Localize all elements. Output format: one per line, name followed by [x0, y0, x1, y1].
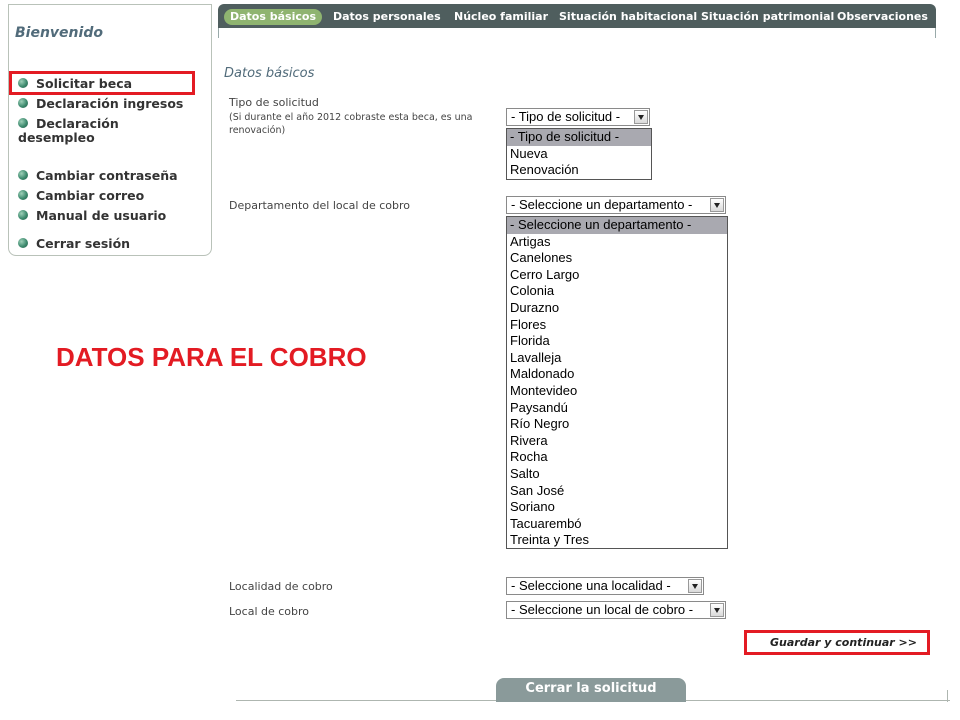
sidebar-item-label: Cerrar sesión	[36, 236, 131, 251]
tab-datos-basicos[interactable]: Datos básicos	[224, 9, 322, 25]
option-item[interactable]: - Tipo de solicitud -	[507, 129, 651, 146]
option-item[interactable]: Florida	[507, 333, 727, 350]
option-item[interactable]: Soriano	[507, 499, 727, 516]
option-item[interactable]: Nueva	[507, 146, 651, 163]
sidebar-item-cambiar-contrasena[interactable]: Cambiar contraseña	[16, 169, 178, 183]
bullet-icon	[18, 238, 28, 248]
bullet-icon	[18, 170, 28, 180]
tipo-solicitud-hint: (Si durante el año 2012 cobraste esta be…	[229, 112, 473, 136]
tab-situacion-habitacional[interactable]: Situación habitacional	[559, 9, 697, 25]
local-value: - Seleccione un local de cobro -	[511, 602, 694, 617]
option-item[interactable]: Artigas	[507, 234, 727, 251]
option-item[interactable]: Durazno	[507, 300, 727, 317]
local-select[interactable]: - Seleccione un local de cobro -	[506, 601, 726, 619]
tab-situacion-patrimonial[interactable]: Situación patrimonial	[701, 9, 834, 25]
sidebar-item-manual-usuario[interactable]: Manual de usuario	[16, 209, 166, 223]
localidad-label: Localidad de cobro	[229, 580, 333, 593]
annotation-title: DATOS PARA EL COBRO	[56, 342, 367, 372]
section-title: Datos básicos	[224, 66, 315, 81]
option-item[interactable]: San José	[507, 483, 727, 500]
footer-divider-right	[947, 690, 948, 702]
sidebar-item-cerrar-sesion[interactable]: Cerrar sesión	[16, 237, 130, 251]
sidebar-title: Bienvenido	[15, 25, 103, 41]
option-item[interactable]: Río Negro	[507, 416, 727, 433]
sidebar-item-label: Declaración ingresos	[36, 96, 184, 111]
tab-observaciones[interactable]: Observaciones	[837, 9, 928, 25]
departamento-options: - Seleccione un departamento - Artigas Can…	[506, 216, 728, 549]
bullet-icon	[18, 118, 28, 128]
sidebar-item-cambiar-correo[interactable]: Cambiar correo	[16, 189, 144, 203]
tab-nucleo-familiar[interactable]: Núcleo familiar	[454, 9, 548, 25]
departamento-select[interactable]: - Seleccione un departamento -	[506, 196, 726, 214]
option-item[interactable]: Paysandú	[507, 400, 727, 417]
tipo-solicitud-value: - Tipo de solicitud -	[511, 109, 621, 124]
option-item[interactable]: Tacuarembó	[507, 516, 727, 533]
chevron-down-icon[interactable]	[688, 579, 702, 593]
tipo-solicitud-select[interactable]: - Tipo de solicitud -	[506, 108, 650, 126]
option-item[interactable]: Treinta y Tres	[507, 532, 727, 549]
sidebar-item-label: Manual de usuario	[36, 208, 167, 223]
chevron-down-icon[interactable]	[710, 603, 724, 617]
close-request-button[interactable]: Cerrar la solicitud	[496, 678, 686, 702]
option-item[interactable]: Canelones	[507, 250, 727, 267]
option-item[interactable]: Renovación	[507, 162, 651, 179]
option-item[interactable]: Cerro Largo	[507, 267, 727, 284]
bullet-icon	[18, 190, 28, 200]
chevron-down-icon[interactable]	[710, 198, 724, 212]
option-item[interactable]: Maldonado	[507, 366, 727, 383]
departamento-value: - Seleccione un departamento -	[511, 197, 693, 212]
option-item[interactable]: Rocha	[507, 449, 727, 466]
tab-datos-personales[interactable]: Datos personales	[333, 9, 441, 25]
chevron-down-icon[interactable]	[634, 110, 648, 124]
tipo-solicitud-label: Tipo de solicitud	[229, 96, 319, 109]
highlight-box-solicitar-beca	[9, 71, 195, 95]
bullet-icon	[18, 98, 28, 108]
content-border-right	[935, 28, 936, 38]
option-item[interactable]: Montevideo	[507, 383, 727, 400]
content-border-left	[218, 28, 219, 38]
option-item[interactable]: Rivera	[507, 433, 727, 450]
option-item[interactable]: - Seleccione un departamento -	[507, 217, 727, 234]
bullet-icon	[18, 210, 28, 220]
option-item[interactable]: Salto	[507, 466, 727, 483]
localidad-value: - Seleccione una localidad -	[511, 578, 671, 593]
localidad-select[interactable]: - Seleccione una localidad -	[506, 577, 704, 595]
tab-bar: Datos básicos Datos personales Núcleo fa…	[218, 4, 936, 28]
local-label: Local de cobro	[229, 605, 310, 618]
option-item[interactable]: Flores	[507, 317, 727, 334]
sidebar-item-label: Cambiar contraseña	[36, 168, 178, 183]
option-item[interactable]: Colonia	[507, 283, 727, 300]
save-continue-button[interactable]: Guardar y continuar >>	[744, 630, 930, 655]
sidebar-item-declaracion-desempleo[interactable]: Declaración desempleo	[16, 117, 138, 145]
sidebar-item-declaracion-ingresos[interactable]: Declaración ingresos	[16, 97, 183, 111]
sidebar-item-label: Cambiar correo	[36, 188, 145, 203]
tipo-solicitud-options: - Tipo de solicitud - Nueva Renovación	[506, 128, 652, 180]
sidebar-item-label: Declaración desempleo	[18, 116, 119, 145]
option-item[interactable]: Lavalleja	[507, 350, 727, 367]
departamento-label: Departamento del local de cobro	[229, 199, 410, 212]
